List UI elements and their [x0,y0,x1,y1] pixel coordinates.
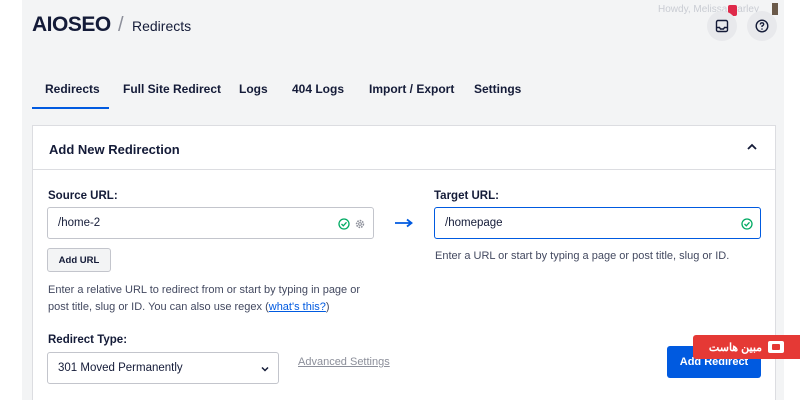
check-circle-icon [338,218,350,230]
inbox-icon [715,19,729,33]
target-url-input[interactable]: /homepage [434,207,761,239]
aioseo-app: AIOSEO / Redirects Howdy, Melissa Harley… [22,0,784,400]
arrow-right-icon [395,218,413,228]
whats-this-link[interactable]: what's this? [269,301,326,313]
card-title: Add New Redirection [49,142,180,157]
breadcrumb-separator: / [118,14,124,36]
check-circle-icon [741,218,753,230]
avatar[interactable] [772,3,778,15]
redirect-type-value: 301 Moved Permanently [58,362,183,374]
add-url-button[interactable]: Add URL [47,248,111,272]
user-greeting[interactable]: Howdy, Melissa Harley [658,4,759,15]
source-help-line-1: Enter a relative URL to redirect from or… [48,284,361,296]
target-url-label: Target URL: [434,190,499,202]
help-icon [755,19,769,33]
source-url-value: /home-2 [58,217,101,229]
active-tab-indicator [32,107,109,109]
source-help-line-end: ) [325,301,330,313]
source-url-label: Source URL: [48,190,118,202]
tab-redirects[interactable]: Redirects [45,82,100,96]
card-header[interactable]: Add New Redirection [33,126,775,170]
target-url-help: Enter a URL or start by typing a page or… [435,250,730,262]
redirect-type-label: Redirect Type: [48,334,128,346]
tab-full-site-redirect[interactable]: Full Site Redirect [123,82,221,96]
source-url-help: Enter a relative URL to redirect from or… [48,282,388,316]
source-url-input[interactable]: /home-2 [47,207,374,239]
advanced-settings-link[interactable]: Advanced Settings [298,356,390,368]
tab-import-export[interactable]: Import / Export [369,82,454,96]
watermark-text: مبین هاست [708,341,763,354]
aioseo-logo: AIOSEO [32,13,111,36]
redirect-type-select[interactable]: 301 Moved Permanently [47,352,279,384]
source-help-line-2: post title, slug or ID. You can also use… [48,301,269,313]
help-button[interactable] [747,11,777,41]
top-bar: AIOSEO / Redirects Howdy, Melissa Harley [22,0,784,54]
gear-icon[interactable] [354,218,366,230]
tab-settings[interactable]: Settings [474,82,521,96]
chevron-down-icon [261,366,269,372]
watermark-logo-icon [768,341,785,353]
watermark-badge: مبین هاست [693,335,800,359]
tab-404-logs[interactable]: 404 Logs [292,82,344,96]
target-url-value: /homepage [445,217,503,229]
notifications-button[interactable] [707,11,737,41]
tab-logs[interactable]: Logs [239,82,268,96]
page-title: Redirects [132,18,192,34]
chevron-up-icon[interactable] [745,140,759,154]
window-frame-left [0,0,22,400]
tab-bar: Redirects Full Site Redirect Logs 404 Lo… [22,54,784,109]
